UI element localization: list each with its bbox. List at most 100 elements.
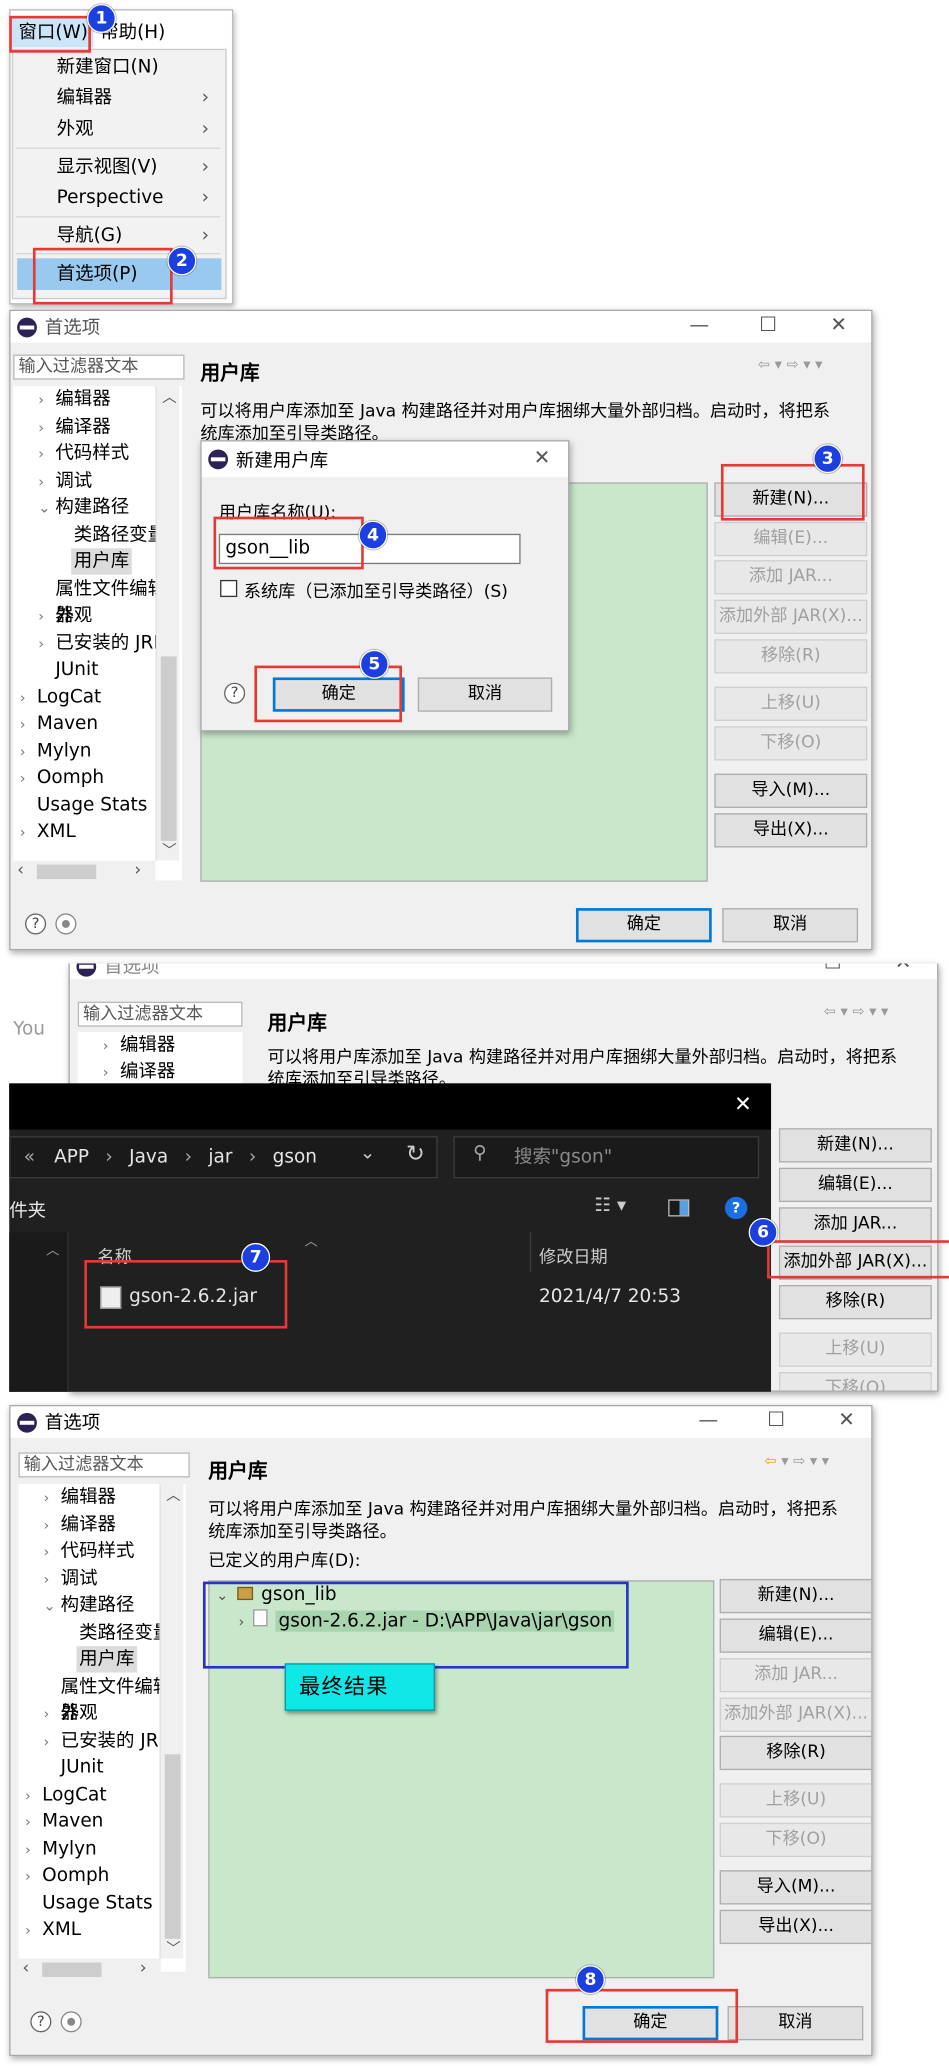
edit-button[interactable]: 编辑(E)... [719, 1618, 872, 1653]
tree-item[interactable]: › 已安装的 JRE [38, 630, 165, 656]
preview-pane-icon[interactable] [668, 1199, 690, 1217]
navigation-arrows-icon[interactable]: ⇦ ▾ ⇨ ▾ ▾ [764, 1452, 829, 1469]
breadcrumb-segment[interactable]: APP [54, 1147, 89, 1168]
import-button[interactable]: 导入(M)... [714, 773, 868, 808]
tree-item[interactable]: › 编译器 [103, 1058, 175, 1084]
move-up-button[interactable]: 上移(U) [714, 686, 868, 721]
tree-item[interactable]: › 编辑器 [103, 1032, 175, 1058]
tree-item[interactable]: Usage Stats [42, 1890, 152, 1916]
view-options-icon[interactable]: ☷ ▾ [594, 1195, 626, 1216]
export-button[interactable]: 导出(X)... [714, 813, 868, 848]
maximize-icon[interactable]: ☐ [824, 963, 842, 974]
add-jar-button[interactable]: 添加 JAR... [778, 1207, 932, 1242]
menu-item-new-window[interactable]: 新建窗口(N) [57, 51, 159, 83]
filter-input[interactable]: 输入过滤器文本 [77, 1001, 243, 1027]
dialog-cancel-button[interactable]: 取消 [417, 677, 553, 712]
tree-item[interactable]: › Oomph [25, 1862, 109, 1888]
close-icon[interactable]: ✕ [534, 445, 551, 469]
move-up-button[interactable]: 上移(U) [778, 1332, 932, 1367]
refresh-icon[interactable]: ↻ [406, 1141, 425, 1167]
tree-item[interactable]: › 外观 [43, 1700, 97, 1726]
tree-item[interactable]: › XML [25, 1916, 81, 1942]
cancel-button[interactable]: 取消 [727, 2005, 864, 2041]
breadcrumb-segment[interactable]: jar [208, 1147, 232, 1168]
help-icon[interactable]: ? [224, 682, 246, 704]
tree-item[interactable]: › 调试 [43, 1566, 97, 1592]
breadcrumb-segment[interactable]: Java [129, 1147, 168, 1168]
close-icon[interactable]: ✕ [838, 1408, 855, 1432]
scrollbar-thumb[interactable] [36, 864, 97, 880]
scroll-up-icon[interactable]: ︿ [162, 386, 176, 407]
tree-item[interactable]: › LogCat [25, 1782, 107, 1808]
scrollbar-thumb[interactable] [160, 656, 177, 841]
filter-input[interactable]: 输入过滤器文本 [18, 1452, 190, 1478]
maximize-icon[interactable]: ☐ [767, 1408, 785, 1432]
tree-item[interactable]: › 调试 [38, 468, 92, 494]
tree-vertical-scrollbar[interactable]: ︿ ﹀ [159, 1484, 184, 1959]
minimize-icon[interactable]: — [689, 312, 709, 336]
tree-item[interactable]: › XML [20, 818, 76, 844]
navigation-arrows-icon[interactable]: ⇦ ▾ ⇨ ▾ ▾ [758, 356, 823, 373]
help-icon[interactable]: ? [25, 913, 47, 935]
tree-vertical-scrollbar[interactable]: ︿ ﹀ [155, 386, 180, 861]
record-icon[interactable] [60, 2011, 82, 2033]
tree-item[interactable]: › 已安装的 JRE [43, 1728, 170, 1754]
tree-item-selected[interactable]: 用户库 [71, 548, 132, 575]
new-button[interactable]: 新建(N)... [719, 1578, 872, 1614]
tree-item[interactable]: › LogCat [20, 684, 102, 710]
tree-item[interactable]: ⌄ 构建路径 [43, 1592, 134, 1618]
chevron-down-icon[interactable]: ⌄ [360, 1143, 375, 1164]
tree-item[interactable]: › 编辑器 [38, 386, 110, 412]
add-external-jar-button[interactable]: 添加外部 JAR(X)... [714, 599, 868, 634]
remove-button[interactable]: 移除(R) [719, 1735, 872, 1771]
help-icon[interactable]: ? [724, 1196, 748, 1220]
scroll-left-icon[interactable]: ‹ [22, 1959, 29, 1979]
scroll-left-icon[interactable]: ‹ [17, 861, 24, 881]
tree-item[interactable]: › Mylyn [25, 1836, 97, 1862]
ok-button[interactable]: 确定 [575, 908, 712, 943]
remove-button[interactable]: 移除(R) [714, 639, 868, 674]
help-icon[interactable]: ? [30, 2011, 52, 2033]
move-down-button[interactable]: 下移(O) [719, 1822, 872, 1858]
scroll-down-icon[interactable]: ﹀ [162, 840, 176, 861]
tree-item[interactable]: › Oomph [20, 764, 104, 790]
tree-item[interactable]: › 编译器 [38, 414, 110, 440]
tree-item[interactable]: › Maven [25, 1808, 103, 1834]
scroll-down-icon[interactable]: ﹀ [166, 1937, 180, 1958]
column-date-header[interactable]: 修改日期 [539, 1243, 608, 1268]
cancel-button[interactable]: 取消 [722, 908, 859, 943]
export-button[interactable]: 导出(X)... [719, 1909, 872, 1945]
tree-item[interactable]: › Maven [20, 710, 98, 736]
filter-input[interactable]: 输入过滤器文本 [13, 354, 185, 380]
scrollbar-thumb[interactable] [164, 1754, 181, 1939]
menu-item-editor[interactable]: 编辑器 › [57, 82, 209, 114]
tree-item[interactable]: › 编译器 [43, 1512, 115, 1538]
scrollbar-thumb[interactable] [42, 1962, 102, 1977]
edit-button[interactable]: 编辑(E)... [714, 521, 868, 557]
menu-item-show-view[interactable]: 显示视图(V) › [57, 152, 209, 184]
close-icon[interactable]: ✕ [734, 1091, 752, 1116]
move-down-button[interactable]: 下移(O) [778, 1372, 932, 1391]
tree-item[interactable]: › Mylyn [20, 738, 92, 764]
tree-item[interactable]: 类路径变量 [79, 1620, 171, 1646]
tree-item[interactable]: JUnit [55, 656, 98, 682]
add-jar-button[interactable]: 添加 JAR... [719, 1658, 872, 1693]
tree-horizontal-scrollbar[interactable]: ‹ › [13, 860, 156, 884]
tree-item[interactable]: › 代码样式 [43, 1538, 134, 1564]
column-divider[interactable] [529, 1232, 532, 1272]
move-down-button[interactable]: 下移(O) [714, 726, 868, 761]
new-button[interactable]: 新建(N)... [778, 1128, 932, 1163]
menu-item-appearance[interactable]: 外观 › [57, 113, 209, 145]
close-icon[interactable]: ✕ [895, 963, 912, 974]
minimize-icon[interactable]: — [699, 1408, 719, 1432]
tree-item[interactable]: › 编辑器 [43, 1484, 115, 1510]
tree-item[interactable]: › 代码样式 [38, 440, 129, 466]
maximize-icon[interactable]: ☐ [759, 312, 777, 336]
scroll-up-icon[interactable]: ︿ [46, 1239, 59, 1258]
tree-item-selected[interactable]: 用户库 [76, 1646, 138, 1673]
tree-item[interactable]: Usage Stats [37, 792, 147, 818]
record-icon[interactable] [55, 913, 77, 935]
tree-item[interactable]: JUnit [61, 1754, 104, 1780]
menu-item-perspective[interactable]: Perspective › [57, 182, 209, 214]
tree-horizontal-scrollbar[interactable]: ‹ › [18, 1958, 161, 1981]
